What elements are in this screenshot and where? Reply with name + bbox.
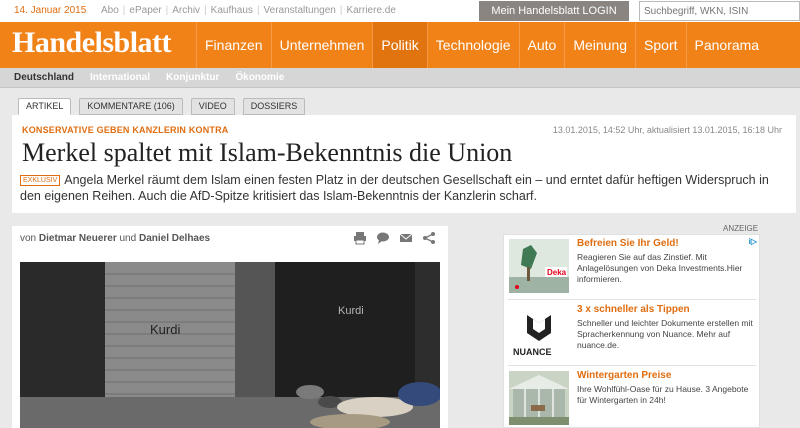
article-header: KONSERVATIVE GEBEN KANZLERIN KONTRA 13.0… — [12, 115, 796, 213]
author-link[interactable]: Daniel Delhaes — [139, 233, 210, 244]
author-link[interactable]: Dietmar Neuerer — [39, 233, 117, 244]
handelsblatt-logo[interactable]: Handelsblatt — [12, 26, 172, 60]
nav-unternehmen[interactable]: Unternehmen — [270, 22, 373, 68]
ad-label: ANZEIGE — [723, 224, 759, 233]
print-icon[interactable] — [353, 231, 367, 245]
link-epaper[interactable]: ePaper — [129, 5, 161, 16]
subnav-international[interactable]: International — [90, 72, 150, 83]
nav-technologie[interactable]: Technologie — [426, 22, 519, 68]
ad-item[interactable]: NUANCE 3 x schneller als Tippen Schnelle… — [504, 301, 759, 363]
main-navigation: Handelsblatt Finanzen Unternehmen Politi… — [0, 22, 800, 68]
article-photo[interactable]: Kurdi Kurdi — [20, 262, 440, 428]
subnav-oekonomie[interactable]: Ökonomie — [235, 72, 284, 83]
link-karriere[interactable]: Karriere.de — [346, 5, 395, 16]
ad-thumbnail: NUANCE — [509, 305, 569, 359]
tab-kommentare[interactable]: KOMMENTARE (106) — [79, 98, 183, 115]
nav-items: Finanzen Unternehmen Politik Technologie… — [196, 22, 767, 68]
ad-title[interactable]: 3 x schneller als Tippen — [577, 304, 690, 315]
top-utility-bar: 14. Januar 2015 Abo | ePaper | Archiv | Kaufha… — [0, 0, 800, 22]
article-headline: Merkel spaltet mit Islam-Bekenntnis die … — [22, 138, 513, 167]
ad-item[interactable]: Deka Befreien Sie Ihr Geld! Reagieren Si… — [504, 235, 759, 297]
nav-auto[interactable]: Auto — [518, 22, 565, 68]
login-button[interactable]: Mein Handelsblatt LOGIN — [479, 1, 629, 21]
graffiti-text: Kurdi — [150, 322, 180, 337]
ad-text: Reagieren Sie auf das Zinstief. Mit Anla… — [577, 252, 743, 284]
nav-meinung[interactable]: Meinung — [564, 22, 635, 68]
exclusive-badge: EXKLUSIV — [20, 175, 61, 186]
ad-title[interactable]: Wintergarten Preise — [577, 370, 671, 381]
article-body: von Dietmar Neuerer und Daniel Delhaes K… — [12, 226, 448, 428]
article-tabs: ARTIKEL KOMMENTARE (106) VIDEO DOSSIERS — [18, 98, 313, 115]
tab-dossiers[interactable]: DOSSIERS — [242, 98, 306, 115]
ad-text: Ihre Wohlfühl-Oase für zu Hause. 3 Angeb… — [577, 384, 749, 405]
subnav-deutschland[interactable]: Deutschland — [14, 72, 74, 83]
graffiti-text: Kurdi — [338, 305, 364, 317]
share-toolbar — [353, 231, 436, 245]
ad-brand: NUANCE — [513, 347, 552, 357]
search-input[interactable] — [639, 1, 800, 21]
link-abo[interactable]: Abo — [101, 5, 119, 16]
ad-thumbnail — [509, 371, 569, 425]
nav-sport[interactable]: Sport — [635, 22, 685, 68]
link-kaufhaus[interactable]: Kaufhaus — [211, 5, 253, 16]
utility-links: Abo | ePaper | Archiv | Kaufhaus | Veranstaltung… — [101, 5, 396, 16]
sub-navigation: Deutschland International Konjunktur Öko… — [0, 68, 800, 88]
link-veranstaltungen[interactable]: Veranstaltungen — [264, 5, 336, 16]
article-kicker: KONSERVATIVE GEBEN KANZLERIN KONTRA — [22, 125, 229, 135]
ad-item[interactable]: Wintergarten Preise Ihre Wohlfühl-Oase f… — [504, 367, 759, 428]
current-date: 14. Januar 2015 — [14, 5, 87, 16]
ad-text: Schneller und leichter Dokumente erstell… — [577, 318, 753, 350]
nav-panorama[interactable]: Panorama — [685, 22, 768, 68]
link-archiv[interactable]: Archiv — [172, 5, 200, 16]
ad-title[interactable]: Befreien Sie Ihr Geld! — [577, 238, 679, 249]
article-timestamp: 13.01.2015, 14:52 Uhr, aktualisiert 13.0… — [552, 125, 782, 135]
comment-icon[interactable] — [376, 231, 390, 245]
tab-artikel[interactable]: ARTIKEL — [18, 98, 72, 115]
mail-icon[interactable] — [399, 231, 413, 245]
ad-box: i▷ Deka Befreien Sie Ihr Geld! Reagieren… — [503, 234, 760, 428]
share-icon[interactable] — [422, 231, 436, 245]
nav-finanzen[interactable]: Finanzen — [196, 22, 271, 68]
ad-brand: Deka — [547, 268, 567, 277]
nav-politik[interactable]: Politik — [372, 22, 427, 68]
article-teaser: EXKLUSIV Angela Merkel räumt dem Islam ei… — [20, 172, 792, 204]
tab-video[interactable]: VIDEO — [190, 98, 235, 115]
teaser-text: Angela Merkel räumt dem Islam einen fest… — [20, 173, 769, 203]
subnav-konjunktur[interactable]: Konjunktur — [166, 72, 219, 83]
ad-thumbnail: Deka — [509, 239, 569, 293]
byline: von Dietmar Neuerer und Daniel Delhaes — [20, 233, 211, 244]
